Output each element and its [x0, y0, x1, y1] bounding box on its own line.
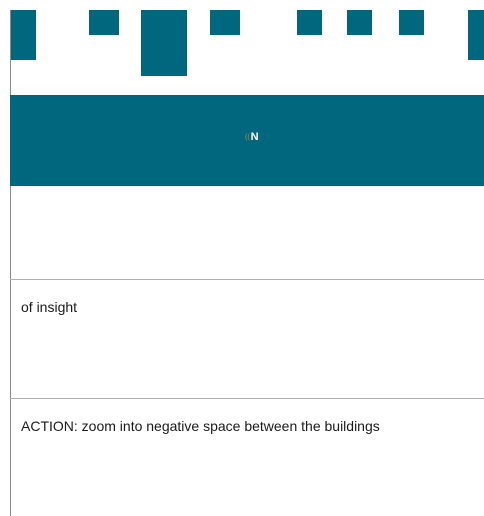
building-block: [347, 10, 372, 35]
banner: (( N: [10, 95, 484, 186]
panel-text: of insight: [21, 299, 78, 315]
building-block: [468, 10, 484, 60]
logo-letter: N: [250, 131, 259, 143]
logo: (( N: [245, 132, 259, 143]
building-block: [141, 10, 187, 76]
logo-mark-icon: ((: [245, 134, 250, 141]
divider: [10, 398, 484, 399]
building-block: [399, 10, 424, 35]
left-border: [10, 10, 11, 516]
building-block: [89, 10, 119, 35]
building-block: [297, 10, 322, 35]
building-block: [10, 10, 36, 60]
action-text: ACTION: zoom into negative space between…: [21, 418, 380, 434]
building-block: [210, 10, 240, 35]
divider: [10, 279, 484, 280]
